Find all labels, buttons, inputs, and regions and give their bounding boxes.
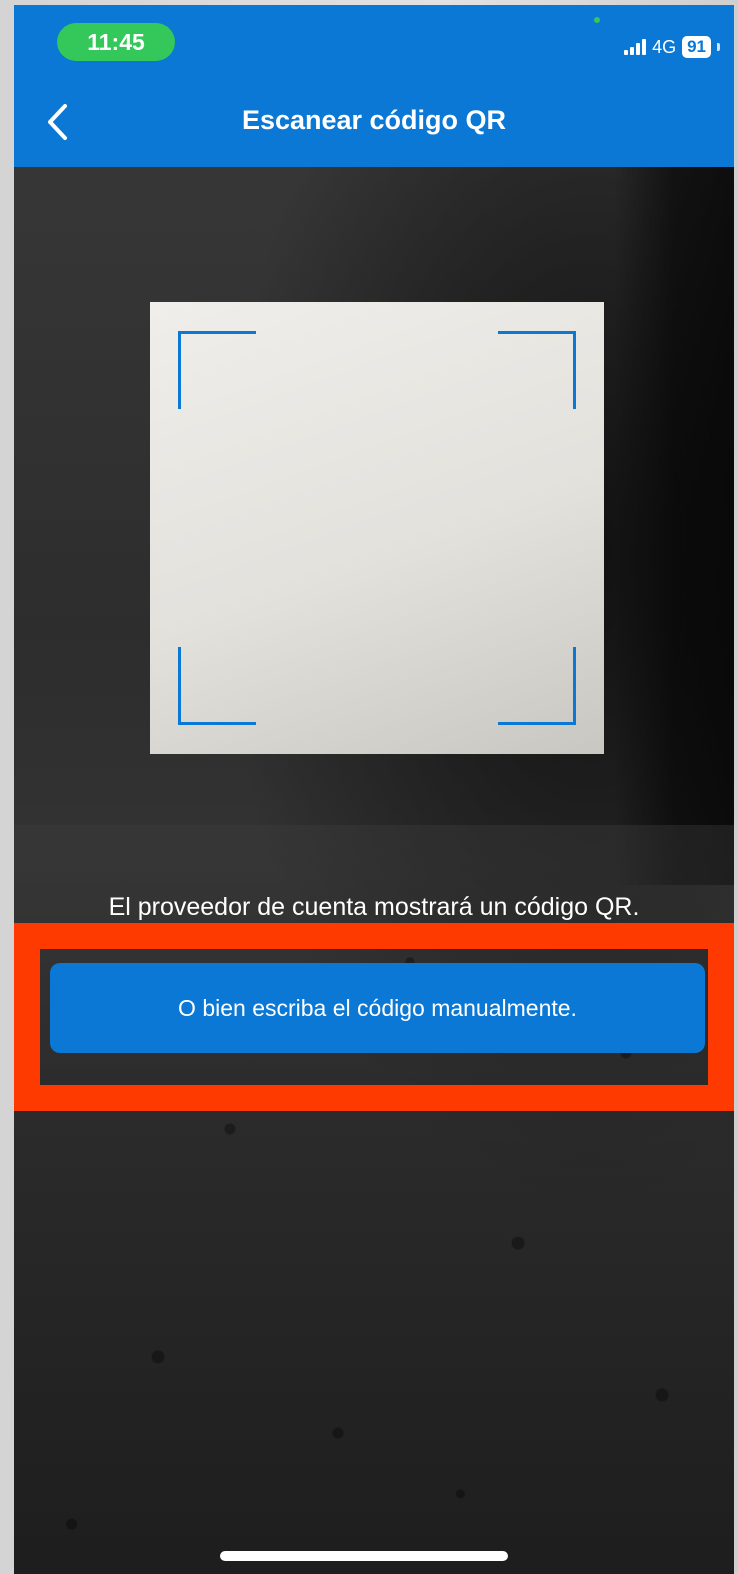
manual-code-entry-button[interactable]: O bien escriba el código manualmente. [50, 963, 705, 1053]
qr-scan-viewfinder [150, 302, 604, 754]
viewfinder-corner-top-left [178, 331, 256, 409]
navigation-bar: Escanear código QR [14, 75, 734, 167]
camera-in-use-indicator-icon [594, 17, 600, 23]
battery-tip-icon [717, 43, 720, 51]
status-time: 11:45 [57, 23, 175, 61]
cellular-signal-icon [624, 39, 647, 55]
status-right-cluster: 4G 91 [624, 35, 720, 59]
home-indicator[interactable] [220, 1551, 508, 1561]
viewfinder-corner-top-right [498, 331, 576, 409]
viewfinder-corner-bottom-left [178, 647, 256, 725]
phone-screen: 11:45 4G 91 Escanear código QR El provee… [14, 5, 734, 1574]
battery-level: 91 [682, 36, 711, 58]
viewfinder-corner-bottom-right [498, 647, 576, 725]
page-title: Escanear código QR [241, 105, 507, 135]
scan-instruction: El proveedor de cuenta mostrará un códig… [108, 893, 640, 921]
camera-background-wall [614, 165, 734, 885]
network-type: 4G [652, 36, 677, 57]
